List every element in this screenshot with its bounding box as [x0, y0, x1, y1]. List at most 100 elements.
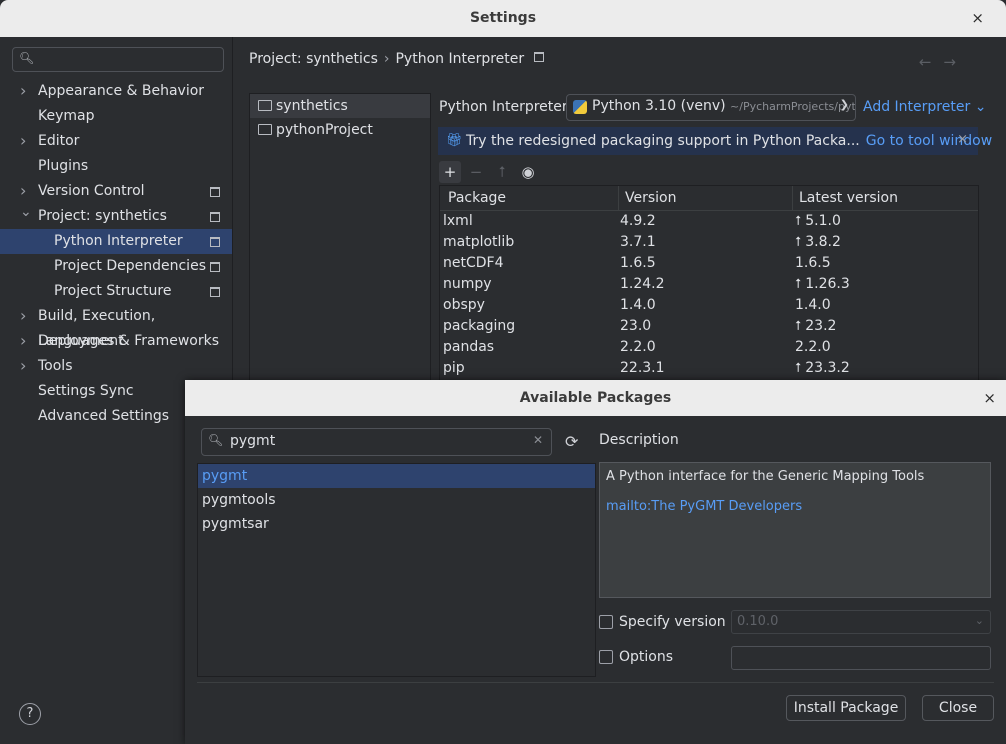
interpreter-select[interactable]: Python 3.10 (venv) ~/PycharmProjects/pyt…: [566, 94, 856, 121]
project-name: pythonProject: [276, 122, 373, 138]
column-header-latest[interactable]: Latest version: [792, 186, 898, 210]
package-name-cell: pip: [443, 360, 465, 376]
latest-version-value: 5.1.0: [805, 213, 841, 229]
options-checkbox[interactable]: [599, 650, 613, 664]
list-item[interactable]: pygmtools: [198, 488, 595, 512]
column-header-version[interactable]: Version: [618, 186, 676, 210]
package-latest-cell: 1.4.0: [795, 295, 831, 316]
eye-icon[interactable]: ◉: [517, 161, 539, 183]
package-search-input[interactable]: 🔍︎ pygmt ✕: [201, 428, 552, 456]
package-name-cell: matplotlib: [443, 234, 515, 250]
go-to-tool-window-link[interactable]: Go to tool window: [866, 133, 992, 149]
sidebar-item-label: Project: synthetics: [38, 208, 167, 224]
help-button[interactable]: ?: [19, 703, 41, 725]
breadcrumb-parent[interactable]: Project: synthetics: [249, 51, 378, 67]
chevron-down-icon[interactable]: ⌄: [20, 200, 32, 225]
sidebar-item[interactable]: Project Structure: [0, 279, 232, 304]
upgrade-package-icon[interactable]: ⭡: [491, 161, 513, 183]
package-version-cell: 22.3.1: [620, 360, 665, 376]
upgrade-arrow-icon: ⭡: [795, 214, 806, 229]
project-name: synthetics: [276, 98, 348, 114]
package-results-list: pygmt pygmtools pygmtsar: [197, 463, 596, 677]
add-interpreter-label: Add Interpreter: [863, 99, 971, 115]
project-scope-icon: [534, 52, 545, 62]
close-icon[interactable]: ×: [971, 9, 984, 27]
project-item[interactable]: synthetics: [250, 94, 430, 118]
package-latest-cell: ⭡ 5.1.0: [795, 211, 841, 232]
developer-mail-link[interactable]: mailto:The PyGMT Developers: [606, 499, 802, 514]
banner-close-icon[interactable]: ×: [957, 132, 968, 147]
add-interpreter-link[interactable]: Add Interpreter ⌄: [863, 99, 986, 115]
title-bar: Settings ×: [0, 0, 1006, 37]
description-label: Description: [599, 432, 679, 448]
sidebar-item[interactable]: › Tools: [0, 354, 232, 379]
table-row[interactable]: pandas 2.2.0 2.2.0: [440, 337, 978, 358]
package-latest-cell: ⭡ 1.26.3: [795, 274, 850, 295]
refresh-icon[interactable]: ⟳: [565, 432, 578, 451]
sidebar-item-label: Appearance & Behavior: [38, 83, 205, 99]
sidebar-item-label: Languages & Frameworks: [38, 333, 219, 349]
package-name-cell: lxml: [443, 213, 473, 229]
close-icon[interactable]: ×: [983, 389, 996, 407]
table-row[interactable]: numpy 1.24.2 ⭡ 1.26.3: [440, 274, 978, 295]
chevron-right-icon[interactable]: ›: [20, 353, 26, 378]
close-button[interactable]: Close: [922, 695, 994, 721]
latest-version-value: 23.2: [805, 318, 837, 334]
sidebar-item[interactable]: › Languages & Frameworks: [0, 329, 232, 354]
install-package-button[interactable]: Install Package: [786, 695, 906, 721]
sidebar-item[interactable]: ⌄ Project: synthetics: [0, 204, 232, 229]
dialog-divider: [197, 682, 994, 683]
sidebar-item[interactable]: Python Interpreter: [0, 229, 232, 254]
table-row[interactable]: lxml 4.9.2 ⭡ 5.1.0: [440, 211, 978, 232]
add-package-icon[interactable]: +: [439, 161, 461, 183]
table-row[interactable]: obspy 1.4.0 1.4.0: [440, 295, 978, 316]
description-box: A Python interface for the Generic Mappi…: [599, 462, 991, 598]
sidebar-item[interactable]: › Build, Execution, Deployment: [0, 303, 232, 349]
chevron-right-icon[interactable]: ›: [20, 128, 26, 153]
sidebar-item-label: Keymap: [38, 108, 95, 124]
sidebar-item[interactable]: Project Dependencies: [0, 254, 232, 279]
sidebar-item[interactable]: Plugins: [0, 154, 232, 179]
table-row[interactable]: matplotlib 3.7.1 ⭡ 3.8.2: [440, 232, 978, 253]
sidebar-item-label: Python Interpreter: [54, 233, 183, 249]
sidebar-item-label: Settings Sync: [38, 383, 134, 399]
package-latest-cell: ⭡ 23.3.2: [795, 358, 850, 379]
options-input[interactable]: [731, 646, 991, 670]
sidebar-item[interactable]: › Editor: [0, 129, 232, 154]
interpreter-value: Python 3.10 (venv): [592, 98, 726, 114]
table-row[interactable]: pip 22.3.1 ⭡ 23.3.2: [440, 358, 978, 379]
settings-search-input[interactable]: 🔍︎: [12, 47, 224, 72]
package-version-cell: 4.9.2: [620, 213, 656, 229]
chevron-right-icon[interactable]: ›: [20, 328, 26, 353]
latest-version-value: 2.2.0: [795, 339, 831, 355]
project-item[interactable]: pythonProject: [250, 118, 430, 142]
package-table-header: Package Version Latest version: [440, 186, 978, 211]
chevron-right-icon[interactable]: ›: [20, 78, 26, 103]
list-item[interactable]: pygmt: [198, 464, 595, 488]
sidebar-item[interactable]: › Appearance & Behavior: [0, 79, 232, 104]
table-row[interactable]: netCDF4 1.6.5 1.6.5: [440, 253, 978, 274]
clear-search-icon[interactable]: ✕: [533, 433, 543, 447]
column-header-package[interactable]: Package: [448, 186, 506, 210]
specify-version-checkbox[interactable]: [599, 615, 613, 629]
sidebar-item[interactable]: › Version Control: [0, 179, 232, 204]
sidebar-item-label: Project Structure: [54, 283, 172, 299]
chevron-right-icon[interactable]: ›: [20, 303, 26, 328]
dialog-title-bar: Available Packages ×: [185, 380, 1006, 416]
project-scope-icon: [210, 287, 220, 297]
upgrade-arrow-icon: ⭡: [795, 277, 806, 292]
table-row[interactable]: packaging 23.0 ⭡ 23.2: [440, 316, 978, 337]
package-latest-cell: 1.6.5: [795, 253, 831, 274]
version-select[interactable]: 0.10.0 ⌄: [731, 610, 991, 634]
remove-package-icon[interactable]: −: [465, 161, 487, 183]
gift-icon: 🎁︎: [446, 133, 463, 148]
sidebar-item[interactable]: Keymap: [0, 104, 232, 129]
breadcrumb: Project: synthetics › Python Interpreter: [249, 51, 545, 67]
back-forward-arrows[interactable]: ←→: [919, 53, 968, 71]
breadcrumb-separator: ›: [383, 51, 390, 67]
search-icon: 🔍︎: [208, 433, 224, 447]
package-search-value: pygmt: [230, 433, 276, 449]
package-version-cell: 1.4.0: [620, 297, 656, 313]
interpreter-label: Python Interpreter:: [439, 99, 573, 115]
list-item[interactable]: pygmtsar: [198, 512, 595, 536]
